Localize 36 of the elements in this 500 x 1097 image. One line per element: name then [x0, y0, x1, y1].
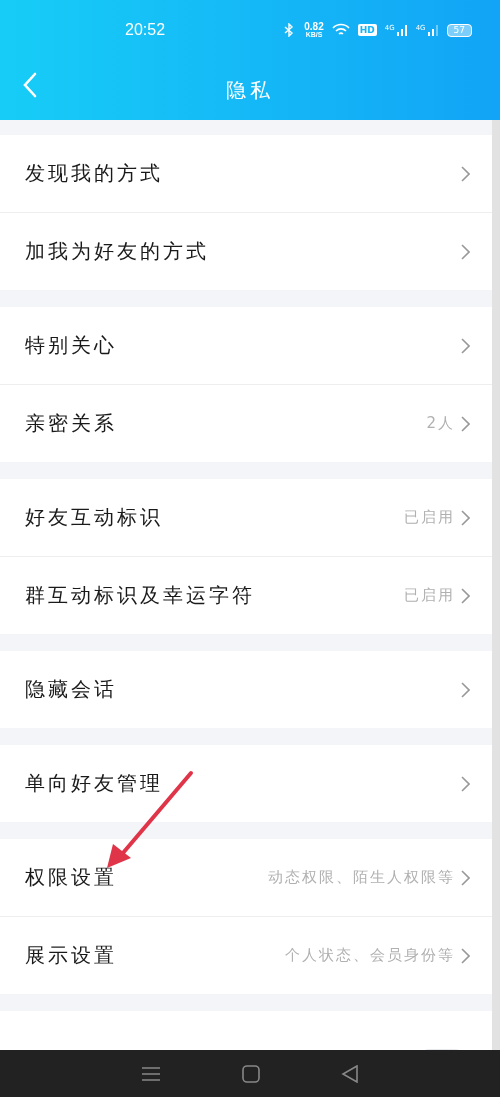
chevron-icon[interactable]: [461, 587, 470, 604]
setting-label[interactable]: 好友互动标识: [25, 504, 163, 531]
chevron-icon[interactable]: [461, 509, 470, 526]
home-icon[interactable]: [242, 1064, 260, 1083]
net-speed: 0.82: [304, 21, 324, 31]
setting-value: 已启用: [404, 508, 455, 527]
menu-icon[interactable]: [140, 1065, 161, 1082]
chevron-icon[interactable]: [461, 337, 470, 354]
setting-label[interactable]: 隐藏会话: [25, 676, 117, 703]
signal-icon: [426, 24, 439, 36]
chevron-icon[interactable]: [461, 415, 470, 432]
chevron-icon[interactable]: [461, 681, 470, 698]
setting-value: 个人状态、会员身份等: [285, 946, 455, 965]
setting-value: 2人: [426, 414, 455, 433]
setting-label[interactable]: 群互动标识及幸运字符: [25, 582, 255, 609]
wifi-icon: [331, 23, 350, 37]
setting-label[interactable]: 权限设置: [25, 864, 117, 891]
battery-icon: 57: [446, 23, 472, 37]
setting-label[interactable]: 亲密关系: [25, 410, 117, 437]
chevron-icon[interactable]: [461, 165, 470, 182]
setting-label[interactable]: 展示设置: [25, 942, 117, 969]
chevron-icon[interactable]: [461, 947, 470, 964]
setting-label[interactable]: 特别关心: [25, 332, 117, 359]
setting-label[interactable]: 发现我的方式: [25, 160, 163, 187]
signal-icon: [395, 24, 408, 36]
setting-value: 已启用: [404, 586, 455, 605]
setting-value: 动态权限、陌生人权限等: [268, 868, 455, 887]
setting-label[interactable]: 单向好友管理: [25, 770, 163, 797]
page-title: 隐私: [226, 76, 274, 104]
hd-badge: HD: [357, 24, 377, 36]
clock: 20:52: [125, 21, 166, 39]
back-icon[interactable]: [341, 1064, 360, 1083]
chevron-icon[interactable]: [461, 243, 470, 260]
setting-label[interactable]: 加我为好友的方式: [25, 238, 209, 265]
chevron-icon[interactable]: [461, 775, 470, 792]
chevron-icon[interactable]: [461, 869, 470, 886]
